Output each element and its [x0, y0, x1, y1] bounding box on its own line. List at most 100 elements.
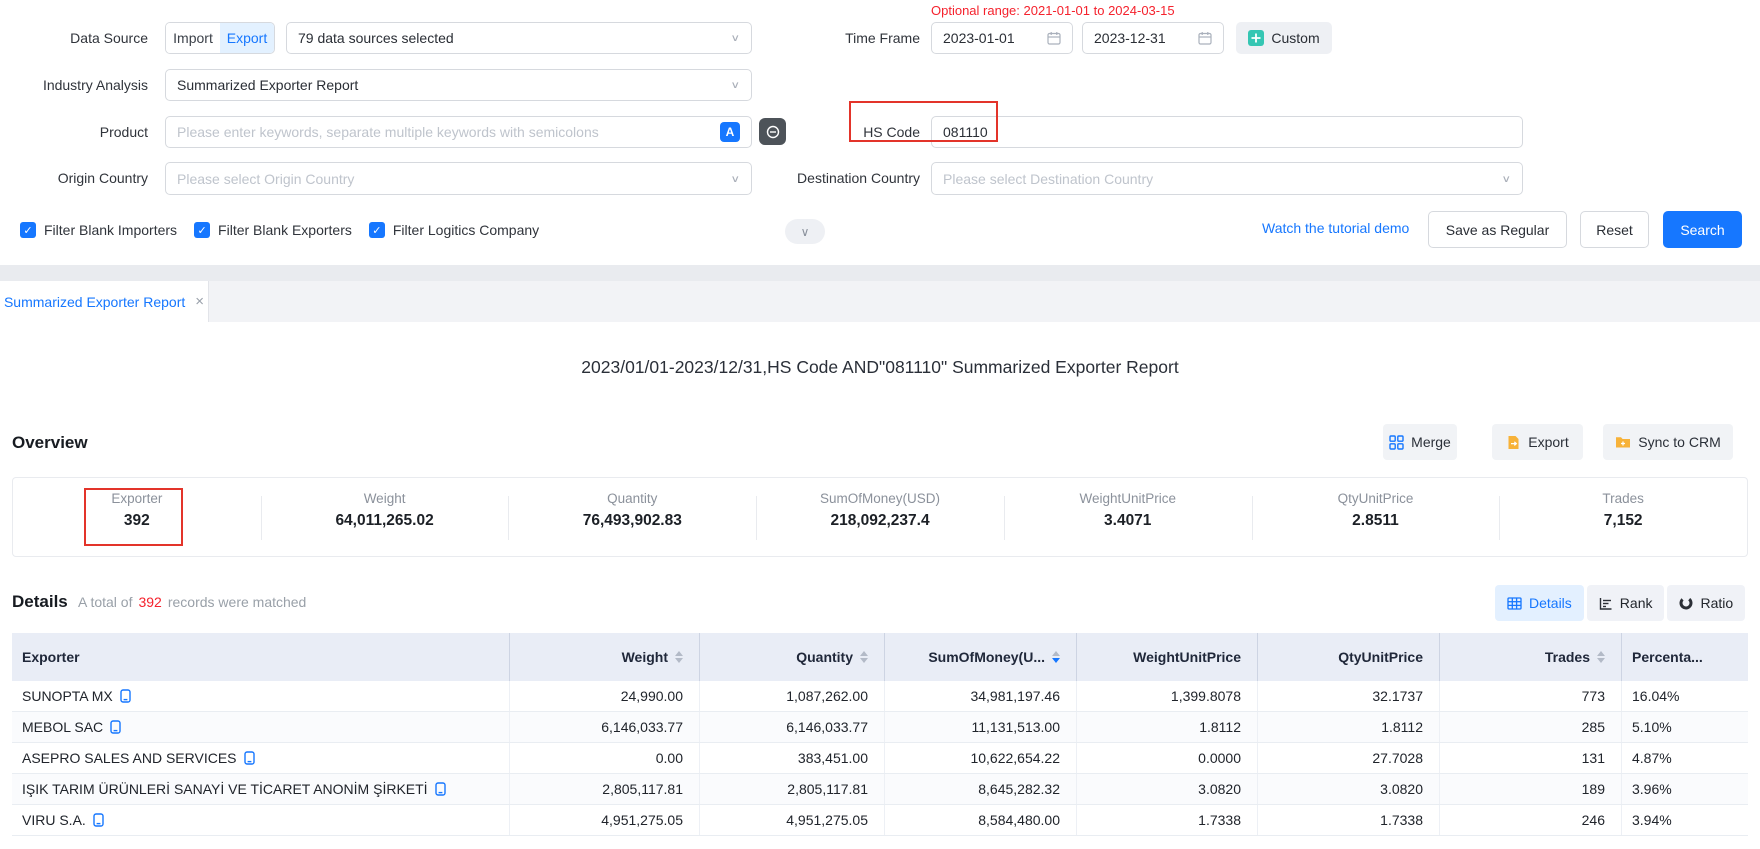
- weight-cell: 0.00: [510, 743, 700, 773]
- destination-country-label: Destination Country: [730, 162, 920, 195]
- collapse-filters-button[interactable]: ∨: [785, 219, 825, 244]
- stat-sum-of-money: SumOfMoney(USD) 218,092,237.4: [756, 478, 1004, 556]
- custom-range-button[interactable]: Custom: [1236, 22, 1332, 54]
- exporter-cell[interactable]: IŞIK TARIM ÜRÜNLERİ SANAYİ VE TİCARET AN…: [12, 774, 510, 804]
- stat-value: 64,011,265.02: [261, 512, 509, 530]
- stat-label: Exporter: [13, 491, 261, 506]
- hs-code-input[interactable]: 081110: [931, 116, 1523, 148]
- filter-blank-exporters-checkbox[interactable]: ✓ Filter Blank Exporters: [194, 222, 352, 238]
- quantity-cell: 383,451.00: [700, 743, 885, 773]
- view-rank-button[interactable]: Rank: [1587, 585, 1665, 621]
- reset-button[interactable]: Reset: [1580, 211, 1649, 248]
- column-header-qty-unit-price: QtyUnitPrice: [1258, 633, 1440, 681]
- optional-range-text: Optional range: 2021-01-01 to 2024-03-15: [931, 3, 1175, 18]
- date-end-input[interactable]: 2023-12-31: [1082, 22, 1224, 54]
- contact-icon[interactable]: [93, 813, 104, 827]
- destination-country-placeholder: Please select Destination Country: [943, 171, 1153, 187]
- stat-exporter: Exporter 392: [13, 478, 261, 556]
- percentage-cell: 4.87%: [1622, 743, 1748, 773]
- tutorial-demo-link[interactable]: Watch the tutorial demo: [1262, 220, 1409, 236]
- import-toggle[interactable]: Import: [166, 23, 220, 53]
- stat-trades: Trades 7,152: [1499, 478, 1747, 556]
- save-as-regular-button[interactable]: Save as Regular: [1428, 211, 1567, 248]
- report-tab-bar: Summarized Exporter Report ×: [0, 281, 1760, 322]
- trades-cell: 773: [1440, 681, 1622, 711]
- tab-label: Summarized Exporter Report: [4, 294, 185, 310]
- table-row: VIRU S.A. 4,951,275.05 4,951,275.05 8,58…: [12, 805, 1748, 836]
- contact-icon[interactable]: [120, 689, 131, 703]
- filter-logistics-company-checkbox[interactable]: ✓ Filter Logitics Company: [369, 222, 539, 238]
- exporter-cell[interactable]: ASEPRO SALES AND SERVICES: [12, 743, 510, 773]
- weight-unit-price-cell: 1.8112: [1077, 712, 1258, 742]
- checkbox-check-icon: ✓: [369, 222, 385, 238]
- origin-country-select[interactable]: Please select Origin Country ∨: [165, 162, 752, 195]
- merge-button[interactable]: Merge: [1383, 424, 1457, 460]
- sort-icon: [675, 651, 683, 663]
- exporter-cell[interactable]: VIRU S.A.: [12, 805, 510, 835]
- tab-close-icon[interactable]: ×: [195, 293, 204, 310]
- exporter-name[interactable]: SUNOPTA MX: [22, 688, 113, 704]
- section-divider: [0, 265, 1760, 281]
- exporter-name[interactable]: ASEPRO SALES AND SERVICES: [22, 750, 237, 766]
- industry-analysis-select[interactable]: Summarized Exporter Report ∨: [165, 69, 752, 101]
- exporter-name[interactable]: IŞIK TARIM ÜRÜNLERİ SANAYİ VE TİCARET AN…: [22, 781, 428, 797]
- view-details-button[interactable]: Details: [1495, 585, 1584, 621]
- filter-blank-importers-checkbox[interactable]: ✓ Filter Blank Importers: [20, 222, 177, 238]
- data-sources-select[interactable]: 79 data sources selected ∨: [286, 22, 752, 54]
- stat-value: 2.8511: [1252, 512, 1500, 530]
- column-header-trades[interactable]: Trades: [1440, 633, 1622, 681]
- column-header-quantity[interactable]: Quantity: [700, 633, 885, 681]
- quantity-cell: 6,146,033.77: [700, 712, 885, 742]
- contact-icon[interactable]: [244, 751, 255, 765]
- export-toggle[interactable]: Export: [220, 23, 274, 53]
- contact-icon[interactable]: [435, 782, 446, 796]
- column-header-weight[interactable]: Weight: [510, 633, 700, 681]
- column-header-sum-of-money[interactable]: SumOfMoney(U...: [885, 633, 1077, 681]
- search-button[interactable]: Search: [1663, 211, 1742, 248]
- exporter-cell[interactable]: MEBOL SAC: [12, 712, 510, 742]
- export-label: Export: [1528, 434, 1568, 450]
- table-row: IŞIK TARIM ÜRÜNLERİ SANAYİ VE TİCARET AN…: [12, 774, 1748, 805]
- quantity-cell: 2,805,117.81: [700, 774, 885, 804]
- sort-icon-descending: [1052, 651, 1060, 663]
- trades-cell: 285: [1440, 712, 1622, 742]
- records-matched-summary: A total of 392 records were matched: [78, 583, 306, 620]
- table-icon: [1507, 597, 1522, 610]
- percentage-cell: 16.04%: [1622, 681, 1748, 711]
- export-button[interactable]: Export: [1492, 424, 1583, 460]
- exporter-name[interactable]: MEBOL SAC: [22, 719, 103, 735]
- product-label: Product: [0, 116, 148, 148]
- weight-cell: 6,146,033.77: [510, 712, 700, 742]
- table-row: ASEPRO SALES AND SERVICES 0.00 383,451.0…: [12, 743, 1748, 774]
- qty-unit-price-cell: 1.7338: [1258, 805, 1440, 835]
- table-header-row: Exporter Weight Quantity SumOfMoney(U...…: [12, 633, 1748, 681]
- data-source-toggle: Import Export: [165, 22, 275, 54]
- stat-quantity: Quantity 76,493,902.83: [508, 478, 756, 556]
- hs-code-value: 081110: [943, 124, 988, 140]
- stat-qty-unit-price: QtyUnitPrice 2.8511: [1252, 478, 1500, 556]
- translate-icon[interactable]: A: [720, 122, 740, 142]
- tab-summarized-exporter-report[interactable]: Summarized Exporter Report ×: [0, 281, 209, 322]
- data-source-label: Data Source: [0, 22, 148, 54]
- origin-country-label: Origin Country: [0, 162, 148, 195]
- stat-label: Weight: [261, 491, 509, 506]
- merge-icon: [1389, 435, 1404, 450]
- contact-icon[interactable]: [110, 720, 121, 734]
- sync-to-crm-button[interactable]: Sync to CRM: [1603, 424, 1733, 460]
- weight-cell: 4,951,275.05: [510, 805, 700, 835]
- stat-label: QtyUnitPrice: [1252, 491, 1500, 506]
- summary-count: 392: [138, 594, 161, 610]
- chevron-down-icon: ∨: [801, 225, 810, 239]
- exporter-cell[interactable]: SUNOPTA MX: [12, 681, 510, 711]
- calendar-icon: [1198, 31, 1212, 45]
- product-input[interactable]: Please enter keywords, separate multiple…: [165, 116, 752, 148]
- stat-value: 7,152: [1499, 512, 1747, 530]
- exporter-name[interactable]: VIRU S.A.: [22, 812, 86, 828]
- date-start-input[interactable]: 2023-01-01: [931, 22, 1073, 54]
- table-row: MEBOL SAC 6,146,033.77 6,146,033.77 11,1…: [12, 712, 1748, 743]
- destination-country-select[interactable]: Please select Destination Country ∨: [931, 162, 1523, 195]
- hs-code-label: HS Code: [760, 116, 920, 148]
- qty-unit-price-cell: 32.1737: [1258, 681, 1440, 711]
- stat-weight-unit-price: WeightUnitPrice 3.4071: [1004, 478, 1252, 556]
- view-ratio-button[interactable]: Ratio: [1667, 585, 1745, 621]
